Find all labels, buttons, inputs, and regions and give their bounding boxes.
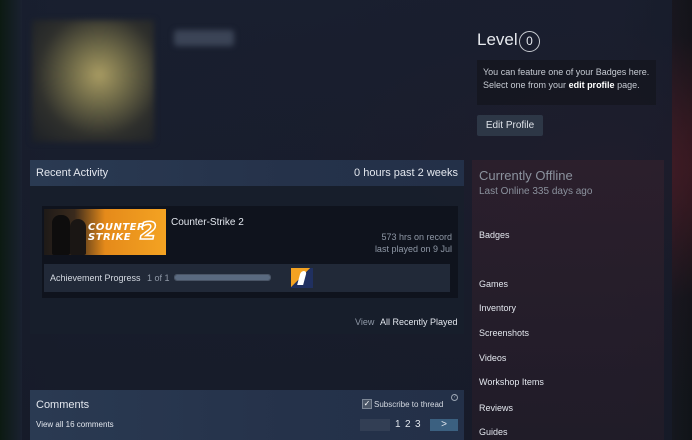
pagination-prev-button [360, 419, 390, 431]
comments-panel [30, 390, 464, 440]
nav-link-guides[interactable]: Guides [479, 427, 508, 437]
nav-link-games[interactable]: Games [479, 279, 508, 289]
pagination-page-3[interactable]: 3 [415, 419, 421, 430]
achievement-progress-track [174, 274, 271, 281]
help-icon[interactable]: ? [451, 394, 458, 401]
subscribe-checkbox[interactable]: ✓ [362, 399, 372, 409]
online-status: Currently Offline [479, 168, 573, 183]
achievement-progress-label[interactable]: Achievement Progress [50, 273, 141, 283]
nav-link-workshop-items[interactable]: Workshop Items [479, 377, 544, 387]
view-all-comments-link[interactable]: View all 16 comments [36, 420, 114, 429]
nav-link-inventory[interactable]: Inventory [479, 303, 516, 313]
achievement-count: 1 of 1 [147, 273, 170, 283]
nav-link-videos[interactable]: Videos [479, 353, 506, 363]
capsule-logo-line-2: STRIKE [88, 232, 132, 243]
avatar[interactable] [32, 20, 154, 142]
all-recently-played-link[interactable]: All Recently Played [380, 317, 458, 327]
level-label: Level [477, 30, 518, 49]
achievement-progress-fill [175, 275, 270, 280]
feature-text: You can feature one of your Badges here. [483, 67, 650, 77]
pagination-next-button[interactable]: > [430, 419, 458, 431]
nav-link-screenshots[interactable]: Screenshots [479, 328, 529, 338]
pagination-page-2[interactable]: 2 [405, 419, 411, 430]
edit-profile-link[interactable]: edit profile [569, 80, 615, 90]
capsule-logo-number: 2 [139, 216, 157, 246]
view-label: View [355, 317, 375, 327]
level-badge: 0 [519, 31, 540, 52]
achievement-icon[interactable] [291, 268, 313, 288]
capsule-figure [52, 215, 70, 255]
feature-text-2: Select one from your [483, 80, 567, 90]
last-played: last played on 9 Jul [374, 244, 452, 254]
subscribe-label[interactable]: Subscribe to thread [374, 400, 443, 409]
persona-name [174, 30, 234, 46]
capsule-figure [70, 219, 86, 255]
last-online: Last Online 335 days ago [479, 186, 593, 197]
pagination-page-1[interactable]: 1 [395, 419, 401, 430]
profile-right-column [472, 160, 664, 440]
game-capsule-image[interactable]: COUNTER STRIKE 2 [44, 209, 166, 255]
capsule-logo-text: COUNTER STRIKE [88, 223, 145, 243]
badge-feature-box: You can feature one of your Badges here.… [477, 60, 656, 105]
nav-link-badges[interactable]: Badges [479, 230, 510, 240]
comments-title: Comments [36, 399, 90, 411]
recent-activity-title[interactable]: Recent Activity [36, 167, 108, 179]
edit-profile-button[interactable]: Edit Profile [477, 115, 543, 136]
recent-activity-hours: 0 hours past 2 weeks [354, 167, 458, 179]
feature-text-3: page. [617, 80, 640, 90]
hours-on-record: 573 hrs on record [381, 232, 452, 242]
nav-link-reviews[interactable]: Reviews [479, 403, 513, 413]
game-name-link[interactable]: Counter-Strike 2 [171, 217, 244, 228]
